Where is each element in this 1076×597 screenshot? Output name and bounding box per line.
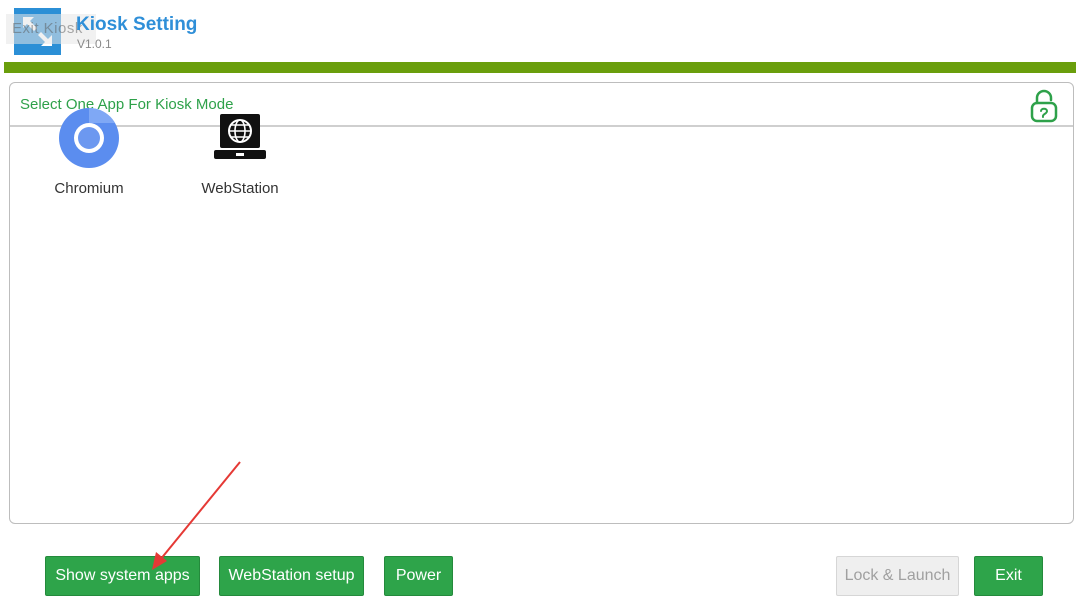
- app-tile-chromium[interactable]: Chromium: [44, 106, 134, 197]
- panel-header: Select One App For Kiosk Mode: [10, 83, 1073, 127]
- app-label-webstation: WebStation: [201, 180, 279, 197]
- app-version: V1.0.1: [77, 37, 112, 51]
- app-tile-webstation[interactable]: WebStation: [195, 106, 285, 197]
- chromium-icon: [57, 106, 121, 170]
- show-system-apps-button[interactable]: Show system apps: [45, 556, 200, 596]
- accent-bar: [4, 62, 1076, 73]
- webstation-globe-icon: [208, 106, 272, 170]
- app-selection-panel: Select One App For Kiosk Mode: [9, 82, 1074, 524]
- webstation-setup-button[interactable]: WebStation setup: [219, 556, 364, 596]
- header: Exit Kiosk Kiosk Setting V1.0.1: [0, 0, 1076, 62]
- power-button[interactable]: Power: [384, 556, 453, 596]
- unlock-icon[interactable]: [1029, 89, 1059, 123]
- exit-button[interactable]: Exit: [974, 556, 1043, 596]
- app-label-chromium: Chromium: [54, 180, 124, 197]
- lock-launch-button[interactable]: Lock & Launch: [836, 556, 959, 596]
- app-title: Kiosk Setting: [76, 14, 198, 35]
